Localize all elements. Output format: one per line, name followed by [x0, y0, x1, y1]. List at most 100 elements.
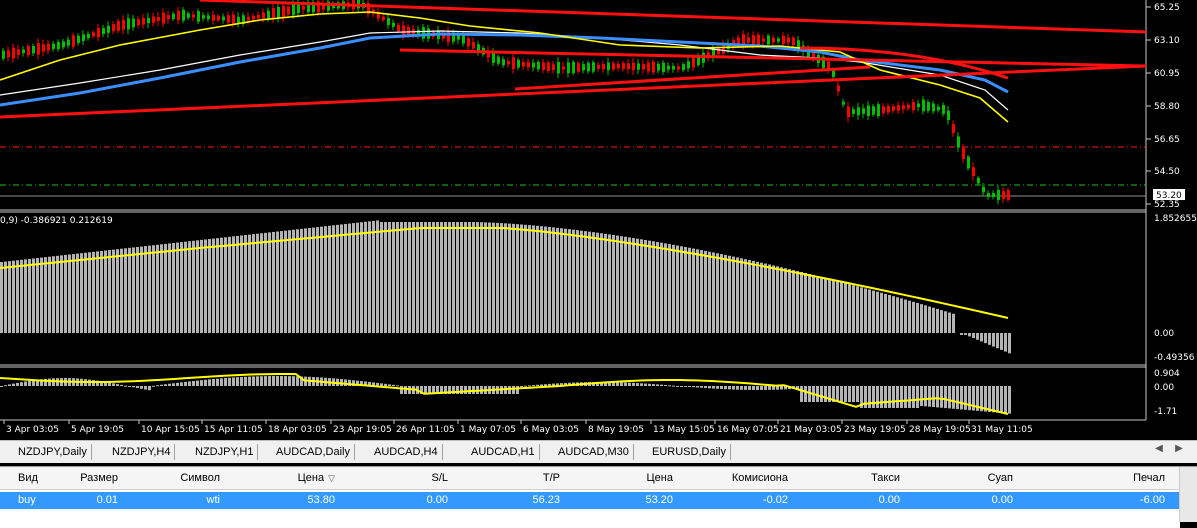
candle-body: [842, 101, 845, 105]
indicator1-bar: [40, 257, 43, 333]
indicator2-bar: [928, 386, 931, 407]
indicator1-bar-negative: [988, 333, 991, 345]
tab-nzdjpy-h1[interactable]: NZDJPY,H1: [191, 444, 259, 460]
indicator2-bar: [932, 386, 935, 408]
indicator1-bar: [76, 253, 79, 333]
indicator2-bar: [532, 385, 535, 387]
column-header[interactable]: Цена ▽: [230, 467, 335, 489]
indicator1-bar: [932, 307, 935, 333]
indicator1-bar: [808, 273, 811, 333]
candle-body: [112, 24, 115, 32]
indicator1-bar: [536, 225, 539, 333]
indicator1-bar: [944, 311, 947, 333]
indicator2-bar: [780, 386, 783, 390]
column-header[interactable]: Вид: [18, 467, 58, 489]
indicator1-bar: [628, 237, 631, 333]
indicator1-bar: [72, 254, 75, 333]
indicator2-bar: [924, 386, 927, 407]
terminal-scrollbar[interactable]: [1179, 467, 1197, 522]
tab-audcad-h1[interactable]: AUDCAD,H1: [467, 444, 540, 460]
column-header[interactable]: Печал: [1015, 467, 1165, 489]
indicator1-bar: [648, 240, 651, 333]
indicator2-bar: [0, 386, 3, 387]
indicator2-bar: [640, 383, 643, 386]
table-cell: -0.02: [762, 494, 788, 506]
chart-tabs-bar: NZDJPY,Daily NZDJPY,H4 NZDJPY,H1 AUDCAD,Dai…: [0, 440, 1197, 463]
indicator2-bar: [392, 384, 395, 386]
indicator1-bar: [564, 228, 567, 333]
indicator2-bar: [632, 382, 635, 386]
candle-body: [407, 27, 410, 35]
candle-body: [557, 61, 560, 74]
indicator1-bar: [20, 259, 23, 333]
indicator2-bar: [272, 376, 275, 386]
tab-nzdjpy-daily[interactable]: NZDJPY,Daily: [14, 444, 92, 460]
candle-body: [782, 35, 785, 45]
column-header[interactable]: T/P: [450, 467, 560, 489]
tab-audcad-h4[interactable]: AUDCAD,H4: [370, 444, 443, 460]
indicator1-bar: [328, 225, 331, 333]
time-tick-label: 13 May 15:05: [653, 425, 715, 435]
indicator2-bar: [1008, 386, 1011, 414]
column-header[interactable]: Символ: [170, 467, 220, 489]
indicator2-bar: [716, 386, 719, 389]
candle-body: [157, 16, 160, 21]
indicator1-bar: [312, 227, 315, 333]
column-header[interactable]: Цена: [565, 467, 673, 489]
indicator1-bar: [172, 242, 175, 333]
tabs-scroll-right-icon[interactable]: ▶: [1172, 443, 1186, 459]
candle-body: [297, 4, 300, 13]
indicator2-bar: [120, 384, 123, 386]
indicator2-bar: [172, 383, 175, 386]
indicator1-bar: [528, 225, 531, 333]
indicator1-bar: [332, 225, 335, 333]
indicator2-bar: [920, 386, 923, 406]
indicator2-bar: [868, 386, 871, 408]
candle-body: [927, 102, 930, 111]
table-row[interactable]: buy 0.01 wti 53.80 0.00 56.23 53.20 -0.02 0.00 0.…: [0, 492, 1180, 509]
tab-eurusd-daily[interactable]: EURUSD,Daily: [648, 444, 731, 460]
table-cell: 0.00: [991, 494, 1013, 506]
indicator1-bar: [56, 255, 59, 333]
indicator1-bar: [132, 247, 135, 333]
indicator2-bar: [128, 386, 131, 387]
indicator1-bar-negative: [984, 333, 987, 344]
price-chart[interactable]: 0,9) -0.386921 0.212619 65.25 63.10 60.95 5…: [0, 0, 1197, 440]
tab-audcad-m30[interactable]: AUDCAD,M30: [554, 444, 634, 460]
table-row-partial[interactable]: [0, 511, 1180, 528]
indicator1-bar: [256, 233, 259, 333]
indicator1-bar: [376, 220, 379, 333]
indicator1-bar: [812, 274, 815, 333]
indicator2-bar: [384, 383, 387, 386]
indicator1-bar: [596, 232, 599, 333]
candle-body: [122, 19, 125, 30]
indicator2-bar: [528, 385, 531, 387]
time-tick-label: 28 May 19:05: [909, 425, 971, 435]
indicator1-bar: [872, 290, 875, 333]
indicator1-bar: [68, 254, 71, 333]
indicator1-bar: [876, 291, 879, 333]
tab-nzdjpy-h4[interactable]: NZDJPY,H4: [108, 444, 176, 460]
column-header[interactable]: Размер: [60, 467, 118, 489]
indicator1-bar: [80, 253, 83, 333]
indicator1-bar: [96, 251, 99, 333]
candle-body: [52, 43, 55, 50]
indicator1-bar: [696, 249, 699, 333]
indicator2-bar: [180, 382, 183, 386]
indicator1-bar-negative: [964, 333, 967, 335]
indicator2-bar: [960, 386, 963, 410]
column-header[interactable]: S/L: [340, 467, 448, 489]
indicator1-bar: [896, 297, 899, 333]
terminal-trade-panel: Вид Размер Символ Цена ▽ S/L T/P Цена Комисиона Т…: [0, 466, 1197, 528]
column-header[interactable]: Комисиона: [680, 467, 788, 489]
indicator1-bar: [744, 259, 747, 333]
indicator1-bar: [668, 244, 671, 333]
indicator1-bar: [868, 289, 871, 333]
indicator1-bar: [496, 222, 499, 333]
tab-audcad-daily[interactable]: AUDCAD,Daily: [272, 444, 355, 460]
candle-body: [387, 17, 390, 26]
column-header[interactable]: Такси: [790, 467, 900, 489]
candle-body: [127, 18, 130, 30]
tabs-scroll-left-icon[interactable]: ◀: [1152, 443, 1166, 459]
column-header[interactable]: Суап: [905, 467, 1013, 489]
